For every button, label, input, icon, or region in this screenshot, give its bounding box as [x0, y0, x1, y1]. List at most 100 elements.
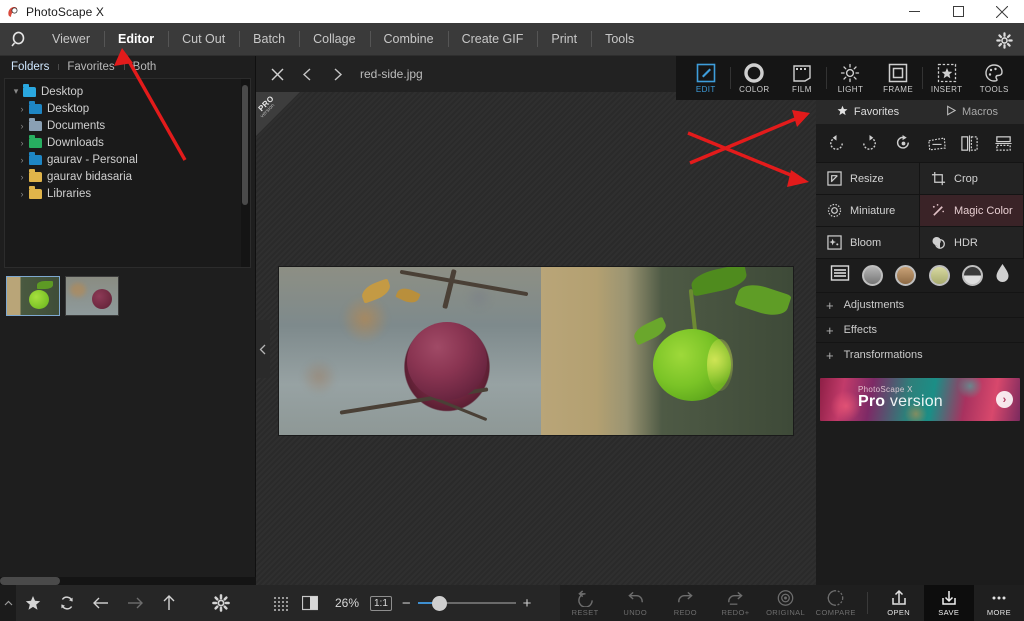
toolbar-color[interactable]: COLOR [731, 62, 779, 94]
minimize-icon[interactable] [892, 0, 936, 23]
actual-size-button[interactable]: 1:1 [370, 595, 392, 611]
expand-icon[interactable]: + [826, 349, 834, 362]
action-redo-plus[interactable]: REDO+ [710, 585, 760, 621]
chevron-right-icon[interactable]: › [15, 172, 29, 182]
action-compare[interactable]: COMPARE [811, 585, 861, 621]
refresh-icon[interactable] [50, 585, 84, 621]
chevron-right-icon[interactable]: › [15, 189, 29, 199]
tree-item-libraries[interactable]: › Libraries [5, 185, 250, 202]
menu-item-editor[interactable]: Editor [103, 23, 168, 55]
menu-item-print[interactable]: Print [537, 23, 591, 55]
rotate-right-icon[interactable] [857, 130, 883, 156]
chevron-right-icon[interactable]: › [15, 121, 29, 131]
expand-icon[interactable]: + [826, 299, 834, 312]
free-rotate-icon[interactable] [890, 130, 916, 156]
image-canvas[interactable]: PRO version [256, 92, 816, 585]
chevron-right-icon[interactable]: › [996, 391, 1013, 408]
filter-split-circle[interactable] [961, 265, 983, 286]
previous-image-icon[interactable] [294, 61, 320, 87]
toolbar-film[interactable]: FILM [778, 63, 826, 94]
tree-item-gaurav-bidasaria[interactable]: › gaurav bidasaria [5, 168, 250, 185]
toolbar-light[interactable]: LIGHT [827, 63, 875, 94]
settings-gear-icon[interactable] [992, 28, 1016, 52]
menu-item-create-gif[interactable]: Create GIF [447, 23, 538, 55]
toolbar-insert[interactable]: INSERT [923, 63, 971, 94]
tool-miniature[interactable]: Miniature [816, 194, 920, 226]
perspective-icon[interactable] [924, 130, 950, 156]
tree-item-downloads[interactable]: › Downloads [5, 134, 250, 151]
zoom-slider[interactable] [417, 595, 516, 611]
tab-macros[interactable]: Macros [920, 100, 1024, 124]
tree-item-desktop[interactable]: › Desktop [5, 100, 250, 117]
section-effects[interactable]: + Effects [816, 317, 1024, 342]
close-file-icon[interactable] [264, 61, 290, 87]
filter-sepia-circle[interactable] [895, 265, 917, 286]
next-image-icon[interactable] [324, 61, 350, 87]
close-icon[interactable] [980, 0, 1024, 23]
chevron-right-icon[interactable]: › [15, 155, 29, 165]
tool-crop[interactable]: Crop [920, 162, 1024, 194]
slider-knob[interactable] [431, 595, 447, 611]
green-apple-thumbnail[interactable] [6, 276, 60, 316]
chevron-down-icon[interactable]: ▾ [9, 86, 23, 97]
section-adjustments[interactable]: + Adjustments [816, 292, 1024, 317]
up-arrow-icon[interactable] [152, 585, 186, 621]
action-reset[interactable]: RESET [560, 585, 610, 621]
left-panel-horizontal-scrollbar[interactable] [0, 577, 256, 585]
settings-gear-icon[interactable] [204, 585, 238, 621]
tool-magic-color[interactable]: Magic Color [920, 194, 1024, 226]
chevron-up-icon[interactable] [0, 585, 16, 621]
action-redo[interactable]: REDO [660, 585, 710, 621]
toolbar-frame[interactable]: FRAME [874, 63, 922, 94]
forward-arrow-icon[interactable] [118, 585, 152, 621]
action-original[interactable]: ORIGINAL [761, 585, 811, 621]
toolbar-tools[interactable]: TOOLS [970, 63, 1018, 94]
tool-resize[interactable]: Resize [816, 162, 920, 194]
pro-version-ribbon[interactable]: PRO version [256, 92, 300, 136]
tree-item-gaurav-personal[interactable]: › gaurav - Personal [5, 151, 250, 168]
tree-scrollbar-track[interactable] [241, 79, 250, 267]
magnifier-logo-icon[interactable] [0, 30, 38, 48]
tool-bloom[interactable]: Bloom [816, 226, 920, 258]
menu-item-collage[interactable]: Collage [299, 23, 369, 55]
tool-hdr[interactable]: HDR [920, 226, 1024, 258]
action-undo[interactable]: UNDO [610, 585, 660, 621]
tree-item-desktop-root[interactable]: ▾ Desktop [5, 83, 250, 100]
filter-warm-circle[interactable] [928, 265, 950, 286]
tab-both[interactable]: Both [123, 61, 166, 73]
pro-version-promo-banner[interactable]: PhotoScape X Pro version › [820, 378, 1020, 421]
tab-favorites[interactable]: Favorites [816, 100, 920, 124]
folder-tree[interactable]: ▾ Desktop › Desktop › Documents › Downlo… [4, 78, 251, 268]
zoom-in-button[interactable]: + [523, 595, 532, 612]
star-icon[interactable] [16, 585, 50, 621]
split-view-icon[interactable] [296, 589, 324, 617]
menu-item-combine[interactable]: Combine [369, 23, 448, 55]
back-arrow-icon[interactable] [84, 585, 118, 621]
flip-horizontal-icon[interactable] [957, 130, 983, 156]
edited-photo[interactable] [279, 267, 793, 435]
tree-scrollbar-thumb[interactable] [242, 85, 248, 205]
tree-item-documents[interactable]: › Documents [5, 117, 250, 134]
chevron-right-icon[interactable]: › [15, 104, 29, 114]
filter-list-icon[interactable] [830, 263, 850, 288]
chevron-right-icon[interactable]: › [15, 138, 29, 148]
menu-item-cut-out[interactable]: Cut Out [168, 23, 239, 55]
zoom-out-button[interactable]: − [402, 595, 411, 612]
menu-item-viewer[interactable]: Viewer [38, 23, 104, 55]
flip-vertical-icon[interactable] [990, 130, 1016, 156]
filter-drop-icon[interactable] [995, 263, 1010, 288]
menu-item-batch[interactable]: Batch [239, 23, 299, 55]
filter-grey-circle[interactable] [862, 265, 884, 286]
expand-icon[interactable]: + [826, 324, 834, 337]
action-more[interactable]: MORE [974, 585, 1024, 621]
red-apple-thumbnail[interactable] [65, 276, 119, 316]
section-transformations[interactable]: + Transformations [816, 342, 1024, 367]
action-save[interactable]: SAVE [923, 585, 974, 621]
grid-overlay-icon[interactable] [266, 589, 294, 617]
toolbar-edit[interactable]: EDIT [682, 63, 730, 94]
collapse-left-panel-icon[interactable] [256, 320, 270, 378]
rotate-left-icon[interactable] [824, 130, 850, 156]
menu-item-tools[interactable]: Tools [591, 23, 648, 55]
tab-favorites[interactable]: Favorites [58, 61, 123, 73]
tab-folders[interactable]: Folders [2, 61, 58, 73]
